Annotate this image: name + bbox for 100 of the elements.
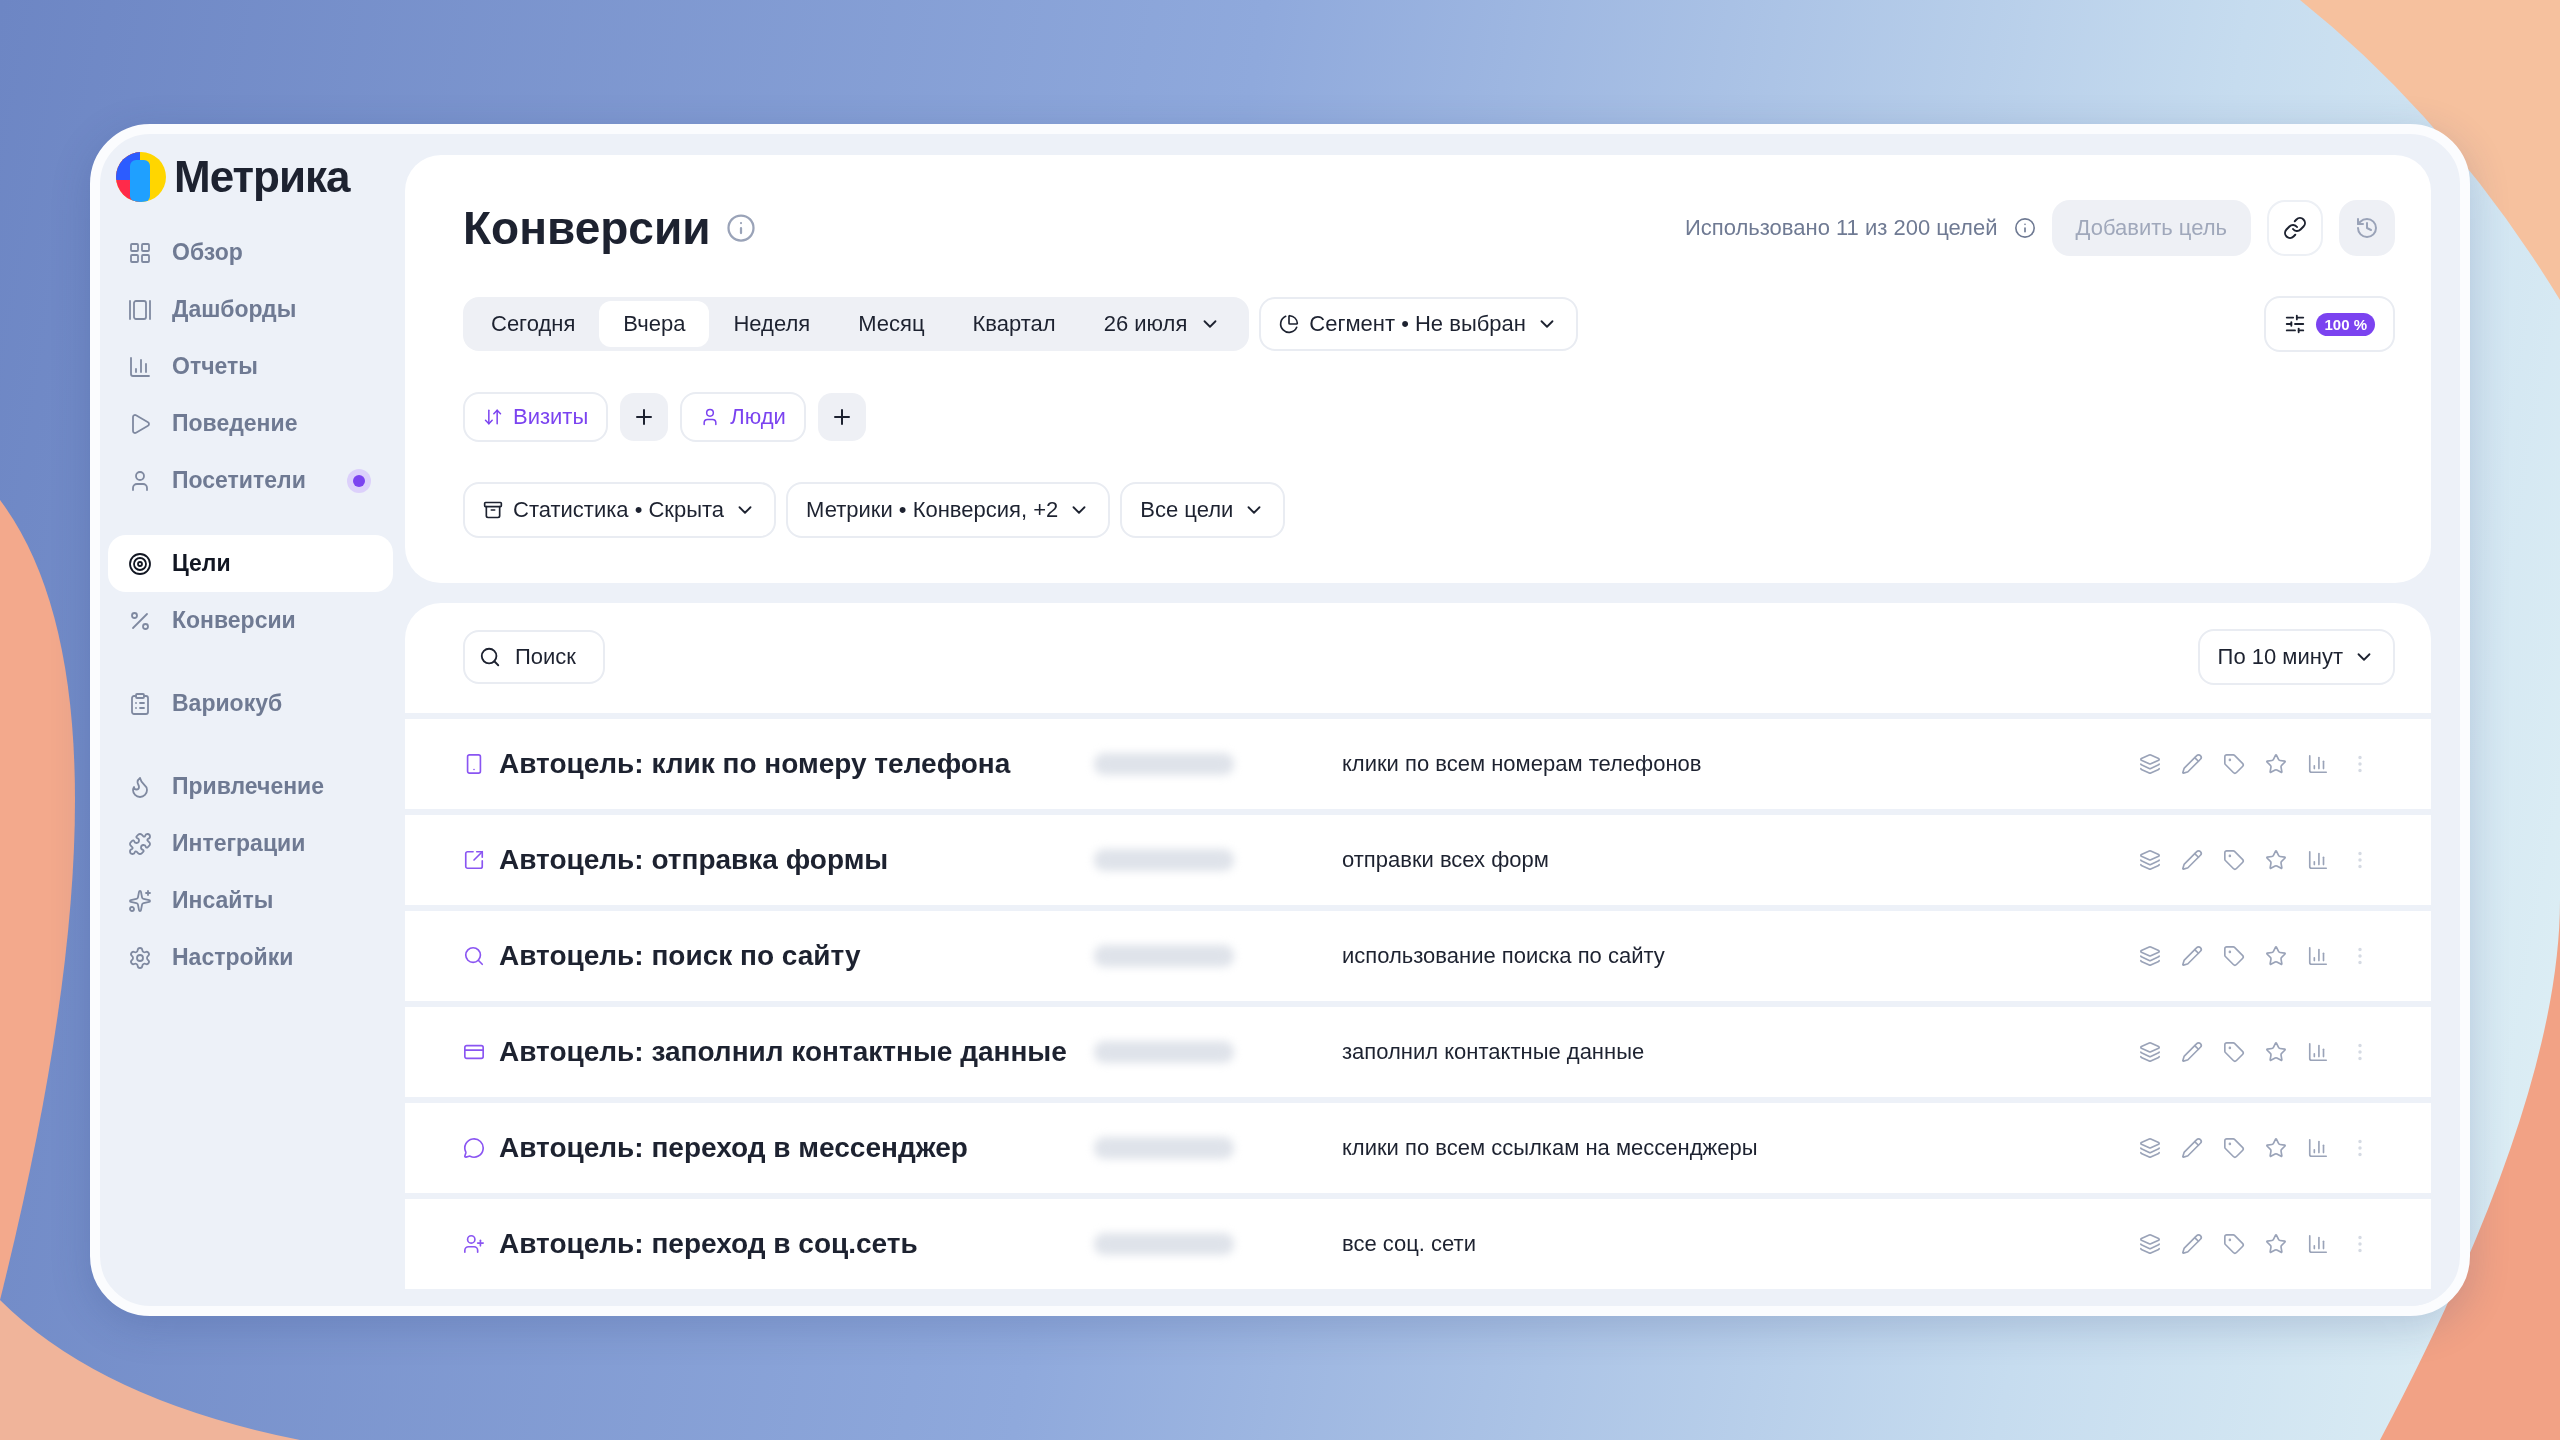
sidebar-item[interactable]: Вариокуб [108, 675, 393, 732]
edit-icon[interactable] [2181, 1137, 2203, 1159]
star-icon[interactable] [2265, 1041, 2287, 1063]
sidebar-label: Настройки [172, 944, 295, 971]
sidebar-item[interactable]: Обзор [108, 224, 393, 281]
logo-icon [116, 152, 166, 202]
metric-chip[interactable]: Люди [680, 392, 806, 442]
bar-chart-icon [128, 354, 152, 379]
stack-icon[interactable] [2139, 1233, 2161, 1255]
edit-icon[interactable] [2181, 1233, 2203, 1255]
edit-icon[interactable] [2181, 1041, 2203, 1063]
segment-dropdown[interactable]: Сегмент • Не выбран [1259, 297, 1578, 351]
sidebar-item[interactable]: Привлечение [108, 758, 393, 815]
target-icon [128, 551, 152, 576]
sidebar-item[interactable]: Инсайты [108, 872, 393, 929]
sidebar-label: Цели [172, 550, 232, 577]
dashboard-icon [128, 297, 152, 322]
bar-chart-icon[interactable] [2307, 945, 2329, 967]
bar-chart-icon[interactable] [2307, 1041, 2329, 1063]
filter-dropdown[interactable]: Статистика • Скрыта [463, 482, 777, 538]
goal-name[interactable]: Автоцель: отправка формы [499, 844, 1084, 876]
sidebar-item[interactable]: Дашборды [108, 281, 393, 338]
pie-chart-icon [1279, 314, 1300, 334]
sidebar-item[interactable]: Поведение [108, 395, 393, 452]
archive-icon [483, 500, 503, 520]
goal-name[interactable]: Автоцель: переход в соц.сеть [499, 1228, 1084, 1260]
history-icon [2355, 216, 2379, 240]
sidebar-label: Поведение [172, 410, 299, 437]
bar-chart-icon[interactable] [2307, 849, 2329, 871]
history-button[interactable] [2339, 200, 2395, 256]
edit-icon[interactable] [2181, 945, 2203, 967]
sidebar-item[interactable]: Конверсии [108, 592, 393, 649]
chat-icon [463, 1137, 485, 1159]
bar-chart-icon[interactable] [2307, 1137, 2329, 1159]
sidebar-label: Конверсии [172, 607, 297, 634]
goal-description: все соц. сети [1342, 1231, 1477, 1257]
stack-icon[interactable] [2139, 849, 2161, 871]
info-icon[interactable] [726, 213, 757, 243]
sidebar-item[interactable]: Отчеты [108, 338, 393, 395]
sidebar-label: Посетители [172, 467, 307, 494]
sidebar-label: Вариокуб [172, 690, 284, 717]
sidebar-label: Привлечение [172, 773, 326, 800]
period-tab[interactable]: Вчера [599, 301, 710, 347]
stack-icon[interactable] [2139, 753, 2161, 775]
period-tab[interactable]: Месяц [834, 301, 949, 347]
goal-name[interactable]: Автоцель: заполнил контактные данные [499, 1036, 1084, 1068]
star-icon[interactable] [2265, 1137, 2287, 1159]
star-icon[interactable] [2265, 1233, 2287, 1255]
edit-icon[interactable] [2181, 849, 2203, 871]
info-icon[interactable] [2013, 217, 2036, 239]
form-send-icon [463, 849, 485, 871]
sidebar-label: Интеграции [172, 830, 307, 857]
arrows-icon [483, 407, 503, 427]
stack-icon[interactable] [2139, 1041, 2161, 1063]
sidebar-item[interactable]: Настройки [108, 929, 393, 986]
tag-icon[interactable] [2223, 1233, 2245, 1255]
search-icon [479, 646, 501, 668]
goal-description: использование поиска по сайту [1342, 943, 1666, 969]
period-tab[interactable]: Сегодня [467, 301, 600, 347]
goal-name[interactable]: Автоцель: поиск по сайту [499, 940, 1084, 972]
search-icon [463, 945, 485, 967]
page-title: Конверсии [463, 201, 711, 255]
stack-icon[interactable] [2139, 945, 2161, 967]
add-button[interactable] [817, 393, 866, 441]
filter-dropdown[interactable]: Метрики • Конверсия, +2 [786, 482, 1111, 538]
search-field[interactable]: Поиск [463, 630, 605, 684]
period-tab[interactable]: Неделя [709, 301, 835, 347]
logo-text: Метрика [174, 152, 350, 202]
sidebar-label: Инсайты [172, 887, 275, 914]
bar-chart-icon[interactable] [2307, 1233, 2329, 1255]
grouping-dropdown[interactable]: По 10 минут [2197, 629, 2395, 685]
bar-chart-icon[interactable] [2307, 753, 2329, 775]
tag-icon[interactable] [2223, 945, 2245, 967]
usage-text: Использовано 11 из 200 целей [1685, 215, 1998, 241]
user-plus-icon [463, 1233, 485, 1255]
date-picker[interactable]: 26 июля [1079, 301, 1246, 347]
period-tab[interactable]: Квартал [948, 301, 1080, 347]
settings-icon [128, 945, 152, 970]
sidebar-item[interactable]: Посетители [108, 452, 393, 509]
add-button[interactable] [620, 393, 669, 441]
star-icon[interactable] [2265, 945, 2287, 967]
puzzle-icon [128, 831, 152, 856]
stack-icon[interactable] [2139, 1137, 2161, 1159]
sampling-button[interactable]: 100 % [2264, 296, 2395, 352]
edit-icon[interactable] [2181, 753, 2203, 775]
goal-name[interactable]: Автоцель: переход в мессенджер [499, 1132, 1084, 1164]
tag-icon[interactable] [2223, 1041, 2245, 1063]
tag-icon[interactable] [2223, 1137, 2245, 1159]
tag-icon[interactable] [2223, 753, 2245, 775]
goal-description: клики по всем ссылкам на мессенджеры [1342, 1135, 1759, 1161]
link-button[interactable] [2267, 200, 2323, 256]
sidebar-item[interactable]: Цели [108, 535, 393, 592]
grid-icon [128, 240, 152, 265]
metric-chip[interactable]: Визиты [463, 392, 609, 442]
sidebar-item[interactable]: Интеграции [108, 815, 393, 872]
star-icon[interactable] [2265, 849, 2287, 871]
star-icon[interactable] [2265, 753, 2287, 775]
filter-dropdown[interactable]: Все цели [1120, 482, 1286, 538]
tag-icon[interactable] [2223, 849, 2245, 871]
goal-name[interactable]: Автоцель: клик по номеру телефона [499, 748, 1084, 780]
